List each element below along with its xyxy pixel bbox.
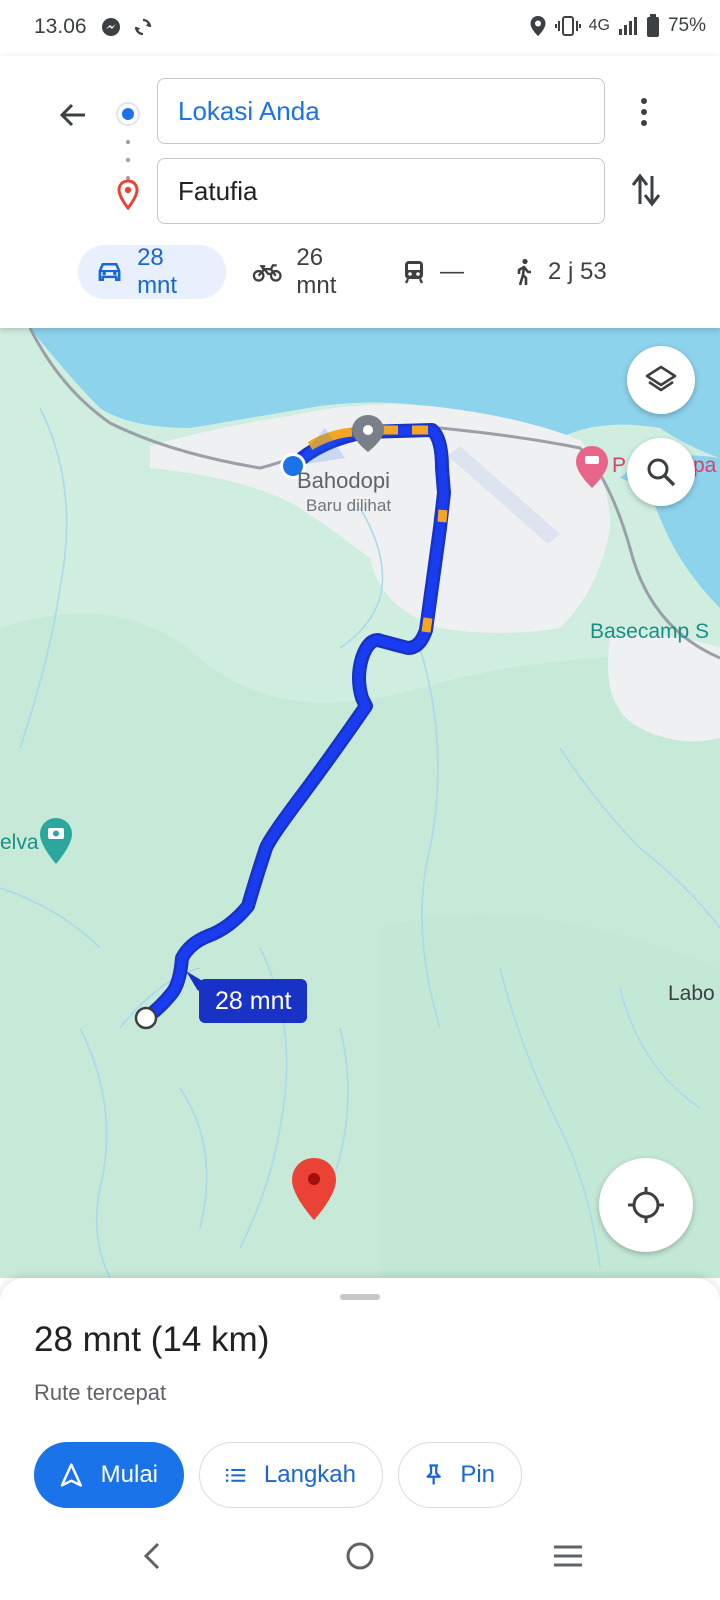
walk-time: 2 j 53 xyxy=(548,258,607,285)
origin-input[interactable]: Lokasi Anda xyxy=(157,78,605,144)
status-bar: 13.06 4G 75% xyxy=(0,0,720,56)
back-button[interactable] xyxy=(50,92,96,138)
start-button[interactable]: Mulai xyxy=(34,1442,184,1508)
pin-button[interactable]: Pin xyxy=(398,1442,522,1508)
search-along-route-button[interactable] xyxy=(627,438,695,506)
system-icons: 4G 75% xyxy=(529,14,706,38)
battery-percent: 75% xyxy=(667,15,706,36)
directions-header: Lokasi Anda Fatufia 28 mnt 26 mnt — 2 j … xyxy=(0,56,720,328)
swap-button[interactable] xyxy=(624,168,668,212)
home-circle-icon xyxy=(346,1542,374,1570)
start-label: Mulai xyxy=(100,1461,158,1488)
status-time: 13.06 xyxy=(34,15,87,38)
crosshair-icon xyxy=(628,1187,664,1223)
map-label-labo[interactable]: Labo xyxy=(668,982,715,1006)
walk-icon xyxy=(517,258,531,286)
chevron-left-icon xyxy=(143,1542,160,1570)
battery-icon xyxy=(646,14,659,37)
route-summary-sheet: 28 mnt (14 km) Rute tercepat Mulai Langk… xyxy=(0,1278,720,1514)
transit-time: — xyxy=(440,258,464,285)
destination-pin-icon xyxy=(117,179,139,211)
more-options-button[interactable] xyxy=(624,92,664,132)
messenger-icon xyxy=(102,18,120,36)
route-connector xyxy=(126,140,130,180)
drive-time: 28 mnt xyxy=(137,244,178,299)
layers-button[interactable] xyxy=(627,346,695,414)
notification-icons xyxy=(100,16,154,38)
tab-walk[interactable]: 2 j 53 xyxy=(494,245,625,299)
swap-vert-icon xyxy=(631,173,661,207)
travel-mode-tabs: 28 mnt 26 mnt — 2 j 53 xyxy=(78,244,625,300)
network-type: 4G xyxy=(588,17,610,34)
route-summary-subtitle: Rute tercepat xyxy=(34,1380,167,1405)
search-icon xyxy=(647,458,676,487)
pin-icon xyxy=(426,1464,441,1485)
nav-home-button[interactable] xyxy=(338,1534,382,1578)
vibrate-icon xyxy=(554,16,581,36)
pin-label: Pin xyxy=(460,1461,495,1488)
sync-icon xyxy=(134,18,152,36)
sheet-drag-handle[interactable] xyxy=(340,1294,380,1300)
motorcycle-time: 26 mnt xyxy=(296,244,337,299)
nav-recents-button[interactable] xyxy=(546,1534,590,1578)
map-label-recently-viewed: Baru dilihat xyxy=(306,496,392,515)
system-nav-bar xyxy=(0,1514,720,1600)
signal-icon xyxy=(618,17,637,35)
origin-dot-icon xyxy=(116,102,140,126)
route-summary-title: 28 mnt (14 km) xyxy=(34,1320,270,1359)
map-label-hotel[interactable]: P xyxy=(612,454,626,478)
map-label-hotel-suffix[interactable]: pa xyxy=(693,454,716,478)
train-icon xyxy=(404,261,424,284)
list-icon xyxy=(226,1468,246,1482)
nav-back-button[interactable] xyxy=(130,1534,174,1578)
map-label-basecamp[interactable]: Basecamp S xyxy=(590,620,709,644)
layers-icon xyxy=(645,365,677,392)
map-view[interactable]: Bahodopi Baru dilihat Basecamp S elva La… xyxy=(0,328,720,1278)
tab-motorcycle[interactable]: 26 mnt xyxy=(234,244,384,299)
map-label-elva[interactable]: elva xyxy=(0,831,39,855)
maps-directions-screen: 13.06 4G 75% Lokasi Anda Fatufia 28 mnt … xyxy=(0,0,720,1600)
motorcycle-icon xyxy=(252,264,282,282)
car-icon xyxy=(98,263,121,281)
route-actions: Mulai Langkah Pin xyxy=(34,1442,522,1508)
tab-transit[interactable]: — xyxy=(384,245,494,299)
steps-label: Langkah xyxy=(263,1461,356,1488)
arrow-back-icon xyxy=(59,103,85,127)
map-label-bahodopi[interactable]: Bahodopi xyxy=(297,468,390,494)
recents-icon xyxy=(554,1545,582,1567)
destination-input[interactable]: Fatufia xyxy=(157,158,605,224)
location-icon xyxy=(530,16,546,36)
route-duration-chip[interactable]: 28 mnt xyxy=(199,979,308,1023)
tab-drive[interactable]: 28 mnt xyxy=(78,244,226,299)
navigation-icon xyxy=(60,1463,82,1487)
steps-button[interactable]: Langkah xyxy=(199,1442,383,1508)
my-location-button[interactable] xyxy=(599,1158,693,1252)
